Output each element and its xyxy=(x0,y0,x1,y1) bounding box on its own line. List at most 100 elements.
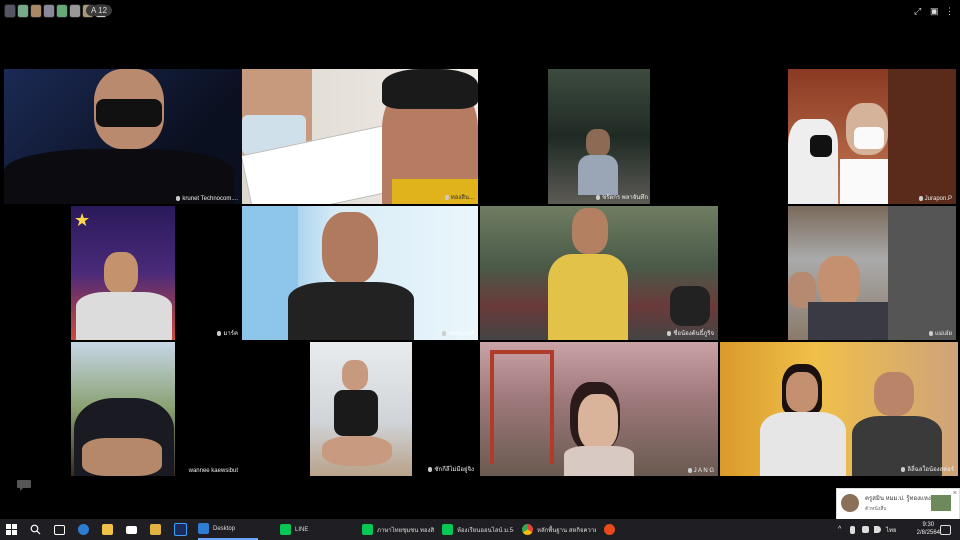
participant-name: J A N G xyxy=(687,467,714,474)
language-indicator[interactable]: ไทย xyxy=(886,519,897,540)
store-icon[interactable] xyxy=(102,519,117,540)
participant-tile[interactable]: ลิลี่ฉลใอน้องสตอร์ xyxy=(720,342,958,476)
app-label: หลักพื้นฐาน สหกิจความ... xyxy=(537,527,596,534)
participant-tile[interactable]: เดชณรงค์ xyxy=(242,206,478,340)
line-icon xyxy=(362,524,373,535)
face xyxy=(322,212,378,284)
taskbar-app-desktop[interactable]: Desktop xyxy=(198,519,258,540)
taskbar-app-line[interactable]: LINE xyxy=(280,519,340,540)
shirt xyxy=(288,282,414,340)
mail-icon[interactable] xyxy=(126,519,141,540)
meeting-top-bar: A 12 ⤢ ▣ ⋮ xyxy=(0,0,960,24)
battery-icon[interactable] xyxy=(850,519,859,540)
face xyxy=(586,129,610,157)
app-label: Desktop xyxy=(213,525,236,532)
network-icon[interactable] xyxy=(862,519,873,540)
avatar[interactable] xyxy=(43,4,55,18)
shirt xyxy=(564,446,634,476)
face xyxy=(342,360,368,390)
notification-popup[interactable]: ครูสมิน หมม.ป. รู้ทองแหงาง... ตัวหนังสืบ… xyxy=(836,488,960,520)
face xyxy=(786,372,818,412)
torii-gate xyxy=(490,350,554,464)
face-mask xyxy=(810,135,832,157)
legs xyxy=(322,436,392,466)
clock-date: 2/8/2564 xyxy=(916,530,940,536)
line-icon xyxy=(442,524,453,535)
shirt xyxy=(76,292,172,340)
close-icon[interactable]: × xyxy=(953,490,957,497)
clock-time: 9:30 xyxy=(922,522,935,528)
start-button[interactable] xyxy=(6,519,17,540)
avatar[interactable] xyxy=(17,4,29,18)
participant-tile[interactable]: แม่เอ๋ย xyxy=(788,206,956,340)
participant-tile[interactable]: ชื่อน้องต้นธิ์ภูริจ xyxy=(480,206,718,340)
desktop-icon xyxy=(198,523,209,534)
notification-avatar xyxy=(841,494,859,512)
participant-name: ชรัตกร พลาจันทึก xyxy=(596,192,648,202)
taskbar-clock[interactable]: 9:30 2/8/2564 xyxy=(917,521,940,537)
app-label: ภาษาไทยชุมชน ทองสิน... xyxy=(377,527,434,534)
motorbike xyxy=(670,286,710,326)
participant-tile[interactable]: wannee kaewsibut xyxy=(4,342,242,476)
participant-tile[interactable]: J A N G xyxy=(480,342,718,476)
chrome-icon xyxy=(522,524,533,535)
participant-name: wannee kaewsibut xyxy=(188,468,238,474)
participant-tile[interactable]: Jurapon.P xyxy=(788,69,956,204)
shirt xyxy=(334,390,378,436)
participant-name: ชื่อน้องต้นธิ์ภูริจ xyxy=(667,328,714,338)
participant-count-badge[interactable]: A 12 xyxy=(86,5,113,16)
participant-tile[interactable]: ทองสิน... xyxy=(242,69,478,204)
face xyxy=(874,372,914,416)
participant-name: Jurapon.P xyxy=(918,195,952,202)
search-icon[interactable] xyxy=(30,519,41,540)
task-view-icon[interactable] xyxy=(54,519,69,540)
face-mask xyxy=(854,127,884,149)
face xyxy=(104,252,138,294)
photoshop-icon[interactable] xyxy=(174,519,191,540)
chat-icon[interactable] xyxy=(16,478,32,491)
volume-icon[interactable] xyxy=(874,519,885,540)
participant-name: เดชณรงค์ xyxy=(442,328,474,338)
shirt xyxy=(548,254,628,340)
notification-subtitle: ตัวหนังสืบ xyxy=(865,506,887,512)
taskbar-app-chrome[interactable]: หลักพื้นฐาน สหกิจความ... xyxy=(522,519,596,540)
taskbar-app-line-chat-1[interactable]: ภาษาไทยชุมชน ทองสิน... xyxy=(362,519,434,540)
taskbar-app-line-chat-2[interactable]: ห้องเรียนออนไลน์ ม.5-6 xyxy=(442,519,514,540)
hair xyxy=(382,69,478,109)
app-icon[interactable] xyxy=(604,519,619,540)
participant-tile[interactable]: ชรัตกร พลาจันทึก xyxy=(548,69,650,204)
app-label: ห้องเรียนออนไลน์ ม.5-6 xyxy=(457,527,514,534)
participant-name: ลิลี่ฉลใอน้องสตอร์ xyxy=(901,464,954,474)
app-label: LINE xyxy=(295,526,309,533)
face xyxy=(572,208,608,254)
notification-center-icon[interactable] xyxy=(940,519,955,540)
face-mask xyxy=(96,99,162,127)
line-icon xyxy=(280,524,291,535)
shirt xyxy=(840,159,888,204)
participant-tile[interactable]: ★ มาร์ค xyxy=(4,206,242,340)
person xyxy=(788,119,838,204)
face xyxy=(82,438,162,476)
participant-name: ทองสิน... xyxy=(444,192,474,202)
shirt xyxy=(760,412,846,476)
avatar[interactable] xyxy=(4,4,16,18)
avatar[interactable] xyxy=(56,4,68,18)
participant-name: ซักกีลีไม่มีอยู่จิง xyxy=(428,464,474,474)
participant-tile[interactable]: ซักกีลีไม่มีอยู่จิง xyxy=(242,342,478,476)
avatar[interactable] xyxy=(69,4,81,18)
face xyxy=(578,394,618,450)
show-hidden-icons-icon[interactable]: ^ xyxy=(838,519,841,540)
windows-icon xyxy=(6,524,17,535)
fullscreen-icon[interactable]: ⤢ xyxy=(914,6,921,17)
participant-name: krunet Technocom.... xyxy=(176,195,238,202)
participant-tile[interactable]: krunet Technocom.... xyxy=(4,69,242,204)
more-icon[interactable]: ⋮ xyxy=(945,6,954,17)
face xyxy=(818,256,860,308)
shirt xyxy=(808,302,888,340)
avatar[interactable] xyxy=(30,4,42,18)
window-icon[interactable]: ▣ xyxy=(930,6,939,17)
notification-title: ครูสมิน หมม.ป. รู้ทองแหงาง... xyxy=(865,496,935,502)
notification-thumbnail xyxy=(931,495,951,511)
folder-icon[interactable] xyxy=(150,519,165,540)
edge-icon[interactable] xyxy=(78,519,93,540)
